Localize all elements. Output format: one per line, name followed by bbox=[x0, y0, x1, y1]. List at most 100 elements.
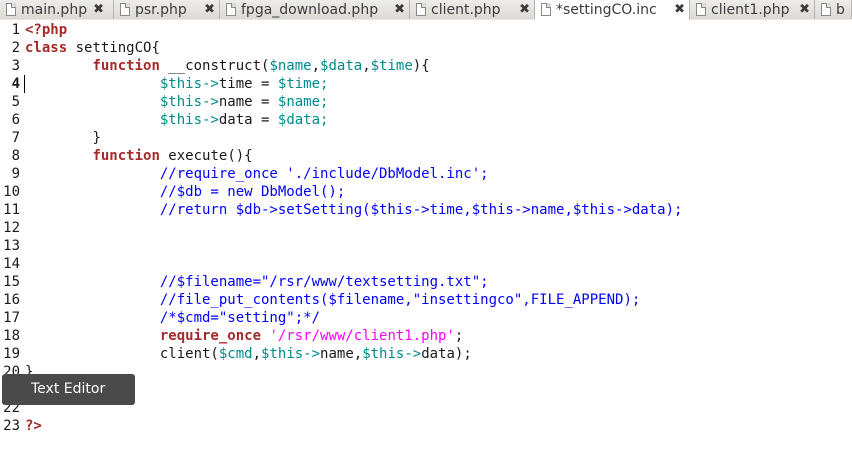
code-line: 14 bbox=[0, 255, 20, 273]
line-number: 12 bbox=[3, 220, 20, 236]
code-token: name = bbox=[218, 94, 278, 110]
code-token: data = bbox=[218, 112, 278, 128]
line-number: 11 bbox=[3, 202, 20, 218]
code-token: , bbox=[252, 346, 262, 362]
code-token: class bbox=[25, 40, 68, 56]
code-token: ; bbox=[454, 328, 464, 344]
code-token: name, bbox=[320, 346, 363, 362]
line-number: 16 bbox=[3, 292, 20, 308]
document-icon bbox=[821, 3, 831, 16]
close-icon[interactable]: ✖ bbox=[204, 2, 215, 17]
code-token: ?> bbox=[25, 418, 42, 434]
code-line: 13 bbox=[0, 237, 20, 255]
code-token: '/rsr/www/client1.php' bbox=[261, 328, 455, 344]
code-token: //file_put_contents($filename,"insetting… bbox=[159, 292, 641, 308]
code-token: $this-> bbox=[261, 346, 321, 362]
line-number: 17 bbox=[3, 310, 20, 326]
code-token: ){ bbox=[412, 58, 430, 74]
tab-main-php[interactable]: main.php ✖ bbox=[0, 0, 114, 19]
code-line: 8 function execute(){ bbox=[0, 147, 253, 165]
document-icon bbox=[696, 3, 706, 16]
code-line: 10 //$db = new DbModel(); bbox=[0, 183, 345, 201]
code-line: 7 } bbox=[0, 129, 101, 147]
code-line: 23 ?> bbox=[0, 417, 42, 435]
close-icon[interactable]: ✖ bbox=[519, 2, 530, 17]
document-icon bbox=[226, 3, 236, 16]
document-icon bbox=[6, 3, 16, 16]
code-token: __construct( bbox=[159, 58, 270, 74]
line-number: 13 bbox=[3, 238, 20, 254]
tab-label: fpga_download.php bbox=[241, 1, 379, 18]
line-number: 1 bbox=[11, 22, 20, 38]
code-line: 17 /*$cmd="setting";*/ bbox=[0, 309, 320, 327]
code-line: 3 function __construct($name,$data,$time… bbox=[0, 57, 430, 75]
code-token: client( bbox=[159, 346, 219, 362]
code-token: require_once bbox=[159, 328, 262, 344]
line-number: 9 bbox=[11, 166, 20, 182]
line-number: 2 bbox=[11, 40, 20, 56]
document-icon bbox=[416, 3, 426, 16]
tooltip: Text Editor bbox=[2, 374, 135, 405]
code-token: data); bbox=[421, 346, 472, 362]
code-line: 12 bbox=[0, 219, 20, 237]
tab-label: client1.php bbox=[711, 1, 790, 18]
code-token: $this-> bbox=[159, 112, 219, 128]
tooltip-text: Text Editor bbox=[31, 381, 106, 397]
line-number: 4 bbox=[11, 76, 20, 92]
tab-overflow[interactable]: b bbox=[815, 0, 852, 19]
code-editor[interactable]: 1 <?php 2 class settingCO{ 3 function __co… bbox=[0, 20, 852, 475]
code-token: execute bbox=[159, 148, 228, 164]
tab-client1-php[interactable]: client1.php ✖ bbox=[690, 0, 815, 19]
code-token: settingCO{ bbox=[67, 40, 160, 56]
line-number: 15 bbox=[3, 274, 20, 290]
line-number: 10 bbox=[3, 184, 20, 200]
tab-label: psr.php bbox=[135, 1, 187, 18]
line-number: 23 bbox=[3, 418, 20, 434]
code-line: 4 $this->time = $time; bbox=[0, 75, 328, 93]
close-icon[interactable]: ✖ bbox=[674, 2, 685, 17]
tab-fpga-download-php[interactable]: fpga_download.php ✖ bbox=[220, 0, 410, 19]
code-token: , bbox=[362, 58, 371, 74]
code-token: time = bbox=[218, 76, 278, 92]
code-token: $name bbox=[269, 58, 312, 74]
tab-label: *settingCO.inc bbox=[556, 1, 657, 18]
tab-label: b bbox=[836, 1, 845, 18]
code-token: $data; bbox=[277, 112, 329, 128]
text-cursor bbox=[24, 75, 25, 93]
code-token: $cmd bbox=[218, 346, 253, 362]
code-token: $time bbox=[370, 58, 413, 74]
code-line: 2 class settingCO{ bbox=[0, 39, 160, 57]
close-icon[interactable]: ✖ bbox=[93, 2, 104, 17]
code-token: } bbox=[92, 130, 101, 146]
code-line: 1 <?php bbox=[0, 21, 68, 39]
close-icon[interactable]: ✖ bbox=[799, 2, 810, 17]
tab-settingco-inc[interactable]: *settingCO.inc ✖ bbox=[535, 0, 690, 20]
code-line: 18 require_once '/rsr/www/client1.php'; bbox=[0, 327, 463, 345]
code-line: 15 //$filename="/rsr/www/textsetting.txt… bbox=[0, 273, 489, 291]
code-token: <?php bbox=[25, 22, 68, 38]
code-token: $this-> bbox=[159, 76, 219, 92]
line-number: 3 bbox=[11, 58, 20, 74]
line-number: 19 bbox=[3, 346, 20, 362]
code-token: //$filename="/rsr/www/textsetting.txt"; bbox=[159, 274, 489, 290]
code-token: //$db = new DbModel(); bbox=[159, 184, 346, 200]
line-number: 18 bbox=[3, 328, 20, 344]
tab-bar: main.php ✖ psr.php ✖ fpga_download.php ✖… bbox=[0, 0, 852, 21]
code-token: function bbox=[92, 148, 160, 164]
line-number: 8 bbox=[11, 148, 20, 164]
code-line: 5 $this->name = $name; bbox=[0, 93, 329, 111]
code-token: function bbox=[92, 58, 160, 74]
tab-psr-php[interactable]: psr.php ✖ bbox=[114, 0, 220, 19]
line-number: 7 bbox=[11, 130, 20, 146]
code-token: $this-> bbox=[362, 346, 422, 362]
line-number: 6 bbox=[11, 112, 20, 128]
code-token: (){ bbox=[227, 148, 253, 164]
code-line: 11 //return $db->setSetting($this->time,… bbox=[0, 201, 682, 219]
code-token: , bbox=[311, 58, 321, 74]
document-icon bbox=[541, 3, 551, 16]
tab-client-php[interactable]: client.php ✖ bbox=[410, 0, 535, 19]
close-icon[interactable]: ✖ bbox=[394, 2, 405, 17]
code-token: /*$cmd="setting";*/ bbox=[159, 310, 321, 326]
code-token: $this-> bbox=[159, 94, 219, 110]
code-token: //require_once './include/DbModel.inc'; bbox=[159, 166, 489, 182]
